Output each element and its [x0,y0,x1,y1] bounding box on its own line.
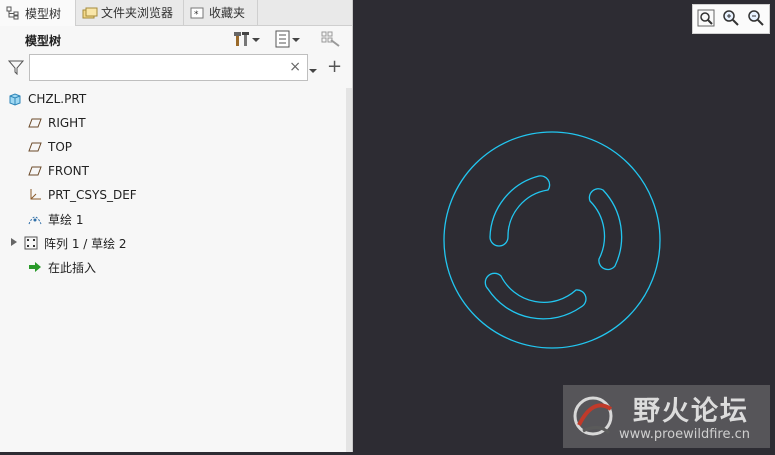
pattern-icon [24,236,38,250]
column-settings-button[interactable] [321,30,343,50]
tree-item-front[interactable]: FRONT [28,160,89,182]
outer-circle [443,131,661,349]
svg-text:*: * [194,10,199,20]
watermark-title: 野火论坛 [633,396,749,427]
tab-bar: 模型树 文件夹浏览器 * 收藏夹 [0,0,352,26]
sketch-icon [28,212,42,226]
zoom-in-icon[interactable] [722,9,740,30]
part-icon [8,92,22,106]
tree-item-csys[interactable]: PRT_CSYS_DEF [28,184,137,206]
tab-model-tree[interactable]: 模型树 [0,0,76,26]
slot-1 [489,175,551,247]
columns-icon [321,30,343,51]
tree-item-label: PRT_CSYS_DEF [48,188,137,202]
datum-plane-icon [28,116,42,130]
chevron-down-icon [291,33,301,47]
datum-plane-icon [28,140,42,154]
slot-3 [484,272,587,320]
list-icon [275,30,291,51]
tree-item-label: CHZL.PRT [28,92,87,106]
add-filter-button[interactable]: + [327,56,342,77]
tree-item-label: RIGHT [48,116,86,130]
search-input[interactable]: × [29,54,308,81]
chevron-down-icon [251,33,261,47]
panel-title: 模型树 [25,34,62,48]
tab-folder-browser[interactable]: 文件夹浏览器 [76,0,184,25]
show-menu-button[interactable] [275,30,301,50]
favorites-icon: * [190,6,204,20]
watermark: 野火论坛 www.proewildfire.cn [563,385,770,448]
tree-item-label: 在此插入 [48,260,97,275]
chevron-down-icon[interactable] [308,64,318,78]
insert-here-icon [28,260,42,274]
tab-label: 收藏夹 [209,6,246,20]
tab-favorites[interactable]: * 收藏夹 [184,0,258,25]
watermark-logo [569,393,621,442]
tab-label: 文件夹浏览器 [101,6,174,20]
tree-item-right[interactable]: RIGHT [28,112,86,134]
tab-label: 模型树 [25,6,62,21]
model-tree-icon [6,6,20,20]
settings-menu-button[interactable] [233,30,261,50]
filter-bar: × + [6,54,346,82]
tree-item-label: 草绘 1 [48,212,84,227]
tree-item-insert-here[interactable]: 在此插入 [28,256,96,278]
zoom-out-icon[interactable] [747,9,765,30]
tools-icon [233,30,251,51]
view-toolbar [692,4,770,34]
folder-browser-icon [82,6,98,20]
watermark-url: www.proewildfire.cn [619,427,750,442]
tree-item-label: 阵列 1 / 草绘 2 [44,236,127,251]
model-tree-panel: 模型树 文件夹浏览器 * 收藏夹 模型树 × + CHZL.PRT RIGHT … [0,0,353,452]
filter-icon[interactable] [7,59,25,78]
tree-item-top[interactable]: TOP [28,136,72,158]
csys-icon [28,188,42,202]
tree-item-label: TOP [48,140,73,154]
tree-item-label: FRONT [48,164,89,178]
clear-icon[interactable]: × [289,59,301,75]
slot-2 [588,188,623,271]
tree-item-sketch-1[interactable]: 草绘 1 [28,208,83,230]
datum-plane-icon [28,164,42,178]
tree-item-part[interactable]: CHZL.PRT [8,88,86,110]
tree-item-pattern[interactable]: 阵列 1 / 草绘 2 [10,232,127,254]
refit-icon[interactable] [697,9,715,30]
scrollbar[interactable] [346,88,352,452]
expand-arrow-icon[interactable] [10,236,18,250]
